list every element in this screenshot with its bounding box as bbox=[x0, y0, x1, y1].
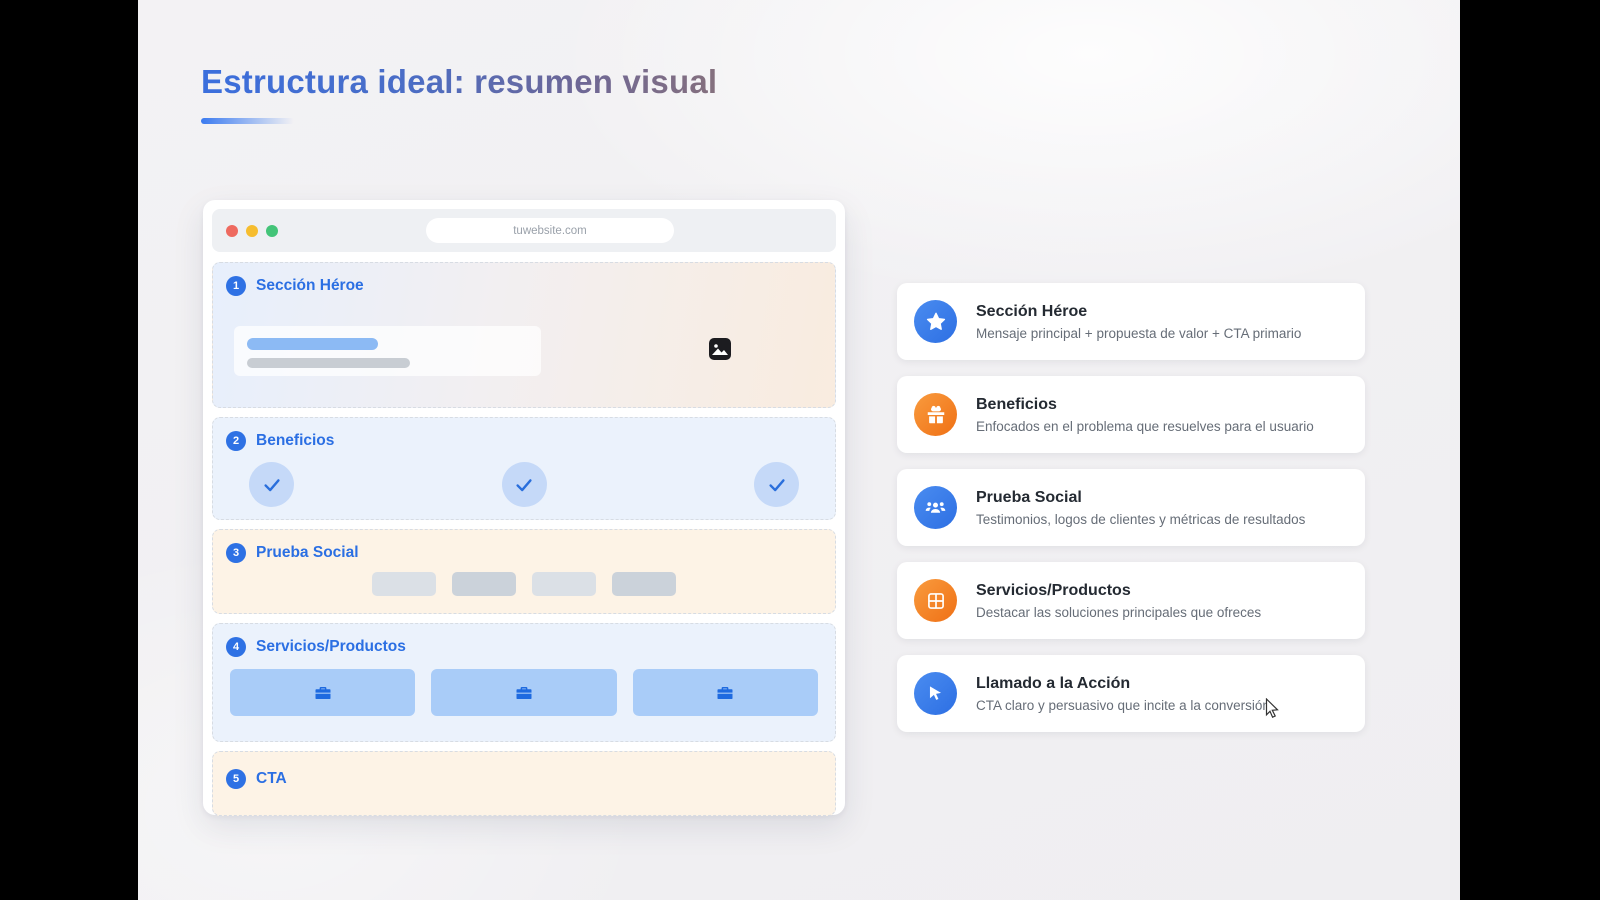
logo-placeholder bbox=[452, 572, 516, 596]
legend-card-servicios-productos: Servicios/Productos Destacar las solucio… bbox=[897, 562, 1365, 639]
mockup-section-hero: 1 Sección Héroe bbox=[212, 262, 836, 408]
service-card bbox=[230, 669, 415, 716]
section-label: Beneficios bbox=[256, 432, 334, 450]
legend-card-title: Prueba Social bbox=[976, 489, 1305, 507]
logo-placeholder bbox=[372, 572, 436, 596]
section-label: CTA bbox=[256, 770, 287, 788]
url-bar-wrap: tuwebsite.com bbox=[278, 218, 822, 243]
logo-placeholder bbox=[612, 572, 676, 596]
legend-list: Sección Héroe Mensaje principal + propue… bbox=[897, 283, 1365, 732]
section-label: Prueba Social bbox=[256, 544, 359, 562]
legend-card-text: Prueba Social Testimonios, logos de clie… bbox=[976, 489, 1305, 527]
section-label: Servicios/Productos bbox=[256, 638, 406, 656]
maximize-window-icon bbox=[266, 225, 278, 237]
number-badge: 1 bbox=[226, 276, 246, 296]
legend-card-desc: Testimonios, logos de clientes y métrica… bbox=[976, 512, 1305, 527]
service-card bbox=[633, 669, 818, 716]
section-label: Sección Héroe bbox=[256, 277, 364, 295]
image-icon bbox=[708, 337, 732, 361]
section-head: 1 Sección Héroe bbox=[213, 263, 835, 296]
legend-card-text: Llamado a la Acción CTA claro y persuasi… bbox=[976, 675, 1270, 713]
number-badge: 4 bbox=[226, 637, 246, 657]
services-row bbox=[213, 669, 835, 716]
number-badge: 3 bbox=[226, 543, 246, 563]
page-title: Estructura ideal: resumen visual bbox=[201, 63, 717, 101]
legend-card-text: Beneficios Enfocados en el problema que … bbox=[976, 396, 1314, 434]
legend-card-title: Llamado a la Acción bbox=[976, 675, 1270, 693]
mouse-cursor-icon bbox=[1265, 698, 1283, 723]
section-head: 4 Servicios/Productos bbox=[213, 624, 835, 657]
legend-card-title: Servicios/Productos bbox=[976, 582, 1261, 600]
service-card bbox=[431, 669, 616, 716]
legend-card-desc: Mensaje principal + propuesta de valor +… bbox=[976, 326, 1301, 341]
number-badge: 5 bbox=[226, 769, 246, 789]
legend-card-title: Beneficios bbox=[976, 396, 1314, 414]
skeleton-text-bar bbox=[247, 358, 410, 368]
check-icon bbox=[249, 462, 294, 507]
gift-icon bbox=[914, 393, 957, 436]
legend-card-text: Sección Héroe Mensaje principal + propue… bbox=[976, 303, 1301, 341]
legend-card-desc: Enfocados en el problema que resuelves p… bbox=[976, 419, 1314, 434]
section-head: 3 Prueba Social bbox=[213, 530, 835, 563]
hero-skeleton-card bbox=[234, 326, 541, 376]
traffic-lights bbox=[226, 225, 278, 237]
legend-card-seccion-heroe: Sección Héroe Mensaje principal + propue… bbox=[897, 283, 1365, 360]
legend-card-llamado-accion: Llamado a la Acción CTA claro y persuasi… bbox=[897, 655, 1365, 732]
client-logos-row bbox=[213, 572, 835, 596]
cursor-icon bbox=[914, 672, 957, 715]
benefits-checks-row bbox=[213, 462, 835, 507]
slide: Estructura ideal: resumen visual tuwebsi… bbox=[138, 0, 1460, 900]
legend-card-desc: CTA claro y persuasivo que incite a la c… bbox=[976, 698, 1270, 713]
mockup-section-prueba-social: 3 Prueba Social bbox=[212, 529, 836, 614]
skeleton-headline-bar bbox=[247, 338, 378, 350]
legend-card-text: Servicios/Productos Destacar las solucio… bbox=[976, 582, 1261, 620]
legend-card-beneficios: Beneficios Enfocados en el problema que … bbox=[897, 376, 1365, 453]
star-icon bbox=[914, 300, 957, 343]
grid-icon bbox=[914, 579, 957, 622]
logo-placeholder bbox=[532, 572, 596, 596]
mockup-section-beneficios: 2 Beneficios bbox=[212, 417, 836, 520]
mockup-sections: 1 Sección Héroe 2 bbox=[212, 262, 836, 816]
browser-mockup: tuwebsite.com 1 Sección Héroe bbox=[203, 200, 845, 815]
check-icon bbox=[502, 462, 547, 507]
legend-card-prueba-social: Prueba Social Testimonios, logos de clie… bbox=[897, 469, 1365, 546]
legend-card-title: Sección Héroe bbox=[976, 303, 1301, 321]
legend-card-desc: Destacar las soluciones principales que … bbox=[976, 605, 1261, 620]
mockup-section-cta: 5 CTA bbox=[212, 751, 836, 816]
title-accent-line bbox=[201, 118, 294, 124]
section-head: 5 CTA bbox=[213, 752, 835, 789]
users-icon bbox=[914, 486, 957, 529]
mockup-section-servicios: 4 Servicios/Productos bbox=[212, 623, 836, 742]
url-bar: tuwebsite.com bbox=[426, 218, 674, 243]
number-badge: 2 bbox=[226, 431, 246, 451]
close-window-icon bbox=[226, 225, 238, 237]
browser-toolbar: tuwebsite.com bbox=[212, 209, 836, 252]
minimize-window-icon bbox=[246, 225, 258, 237]
check-icon bbox=[754, 462, 799, 507]
section-head: 2 Beneficios bbox=[213, 418, 835, 451]
